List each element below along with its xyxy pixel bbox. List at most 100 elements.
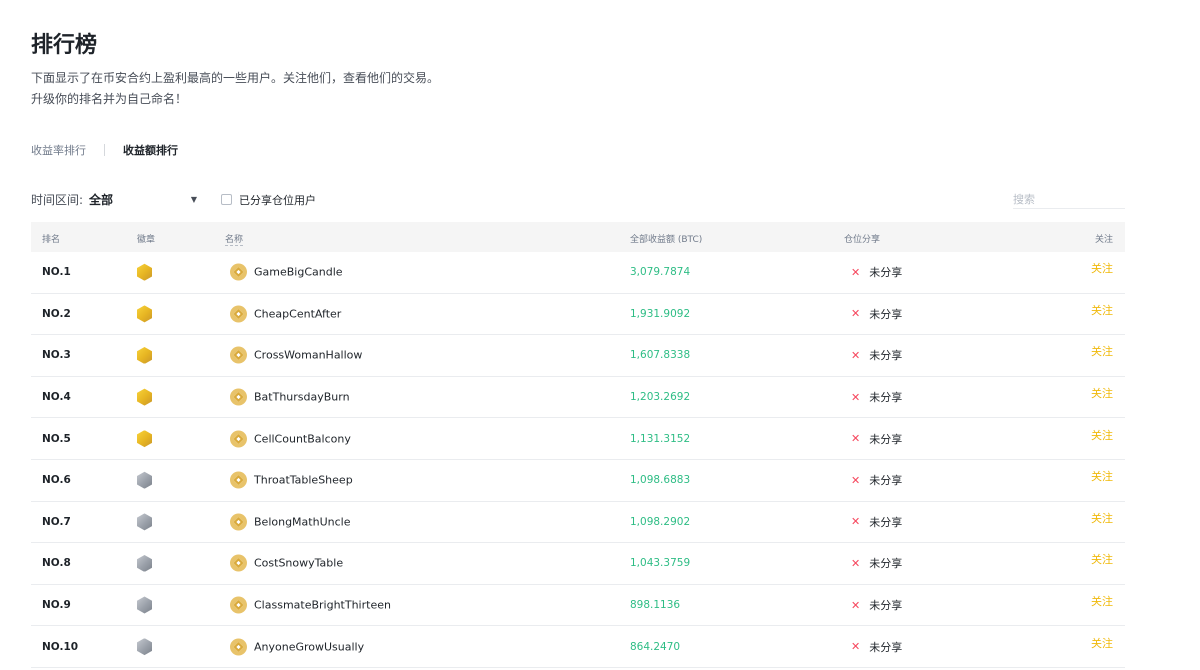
follow-button[interactable]: 关注: [1091, 385, 1113, 401]
total-profit: 1,131.3152: [630, 432, 691, 445]
table-row: NO.4 BatThursdayBurn 1,203.2692 ✕ 未分享 关注: [31, 377, 1125, 419]
table-row: NO.3 CrossWomanHallow 1,607.8338 ✕ 未分享 关注: [31, 335, 1125, 377]
rank-label: NO.2: [42, 307, 71, 320]
follow-button[interactable]: 关注: [1091, 635, 1113, 651]
user-cell[interactable]: CrossWomanHallow: [230, 346, 362, 364]
follow-button[interactable]: 关注: [1091, 343, 1113, 359]
filter-bar: 时间区间: 全部 ▼ 已分享仓位用户: [31, 191, 316, 208]
share-status-label: 未分享: [869, 599, 903, 613]
username[interactable]: BelongMathUncle: [254, 515, 350, 528]
table-row: NO.9 ClassmateBrightThirteen 898.1136 ✕ 未分享 关…: [31, 585, 1125, 627]
avatar-icon: [230, 346, 247, 364]
username[interactable]: CellCountBalcony: [254, 432, 351, 445]
username[interactable]: AnyoneGrowUsually: [254, 640, 364, 653]
share-status: ✕ 未分享: [851, 264, 902, 280]
table-row: NO.5 CellCountBalcony 1,131.3152 ✕ 未分享 关注: [31, 418, 1125, 460]
username[interactable]: CostSnowyTable: [254, 557, 343, 570]
page-description-line-2: 升级你的排名并为自己命名！: [31, 92, 188, 106]
page-description-line-1: 下面显示了在币安合约上盈利最高的一些用户。关注他们，查看他们的交易。: [31, 71, 440, 85]
leaderboard-table: 排名 徽章 名称 全部收益额 (BTC) 仓位分享 关注 NO.1 GameBig…: [31, 222, 1125, 668]
total-profit: 1,043.3759: [630, 557, 691, 570]
share-status-label: 未分享: [869, 557, 903, 571]
username[interactable]: ThroatTableSheep: [254, 474, 353, 487]
badge-icon: [137, 346, 152, 364]
follow-button[interactable]: 关注: [1091, 302, 1113, 318]
share-status: ✕ 未分享: [851, 306, 902, 322]
share-status-label: 未分享: [869, 640, 903, 654]
period-select-value: 全部: [89, 193, 114, 207]
table-row: NO.1 GameBigCandle 3,079.7874 ✕ 未分享 关注: [31, 252, 1125, 294]
total-profit: 1,931.9092: [630, 307, 691, 320]
share-status: ✕ 未分享: [851, 431, 902, 447]
badge-icon: [137, 263, 152, 281]
period-select[interactable]: 全部 ▼: [89, 191, 197, 208]
user-cell[interactable]: ClassmateBrightThirteen: [230, 596, 391, 614]
search-input[interactable]: [1013, 193, 1125, 209]
badge-icon: [137, 471, 152, 489]
user-cell[interactable]: CheapCentAfter: [230, 305, 341, 323]
table-row: NO.10 AnyoneGrowUsually 864.2470 ✕ 未分享 关注: [31, 626, 1125, 668]
column-header-name: 名称: [225, 232, 244, 246]
follow-button[interactable]: 关注: [1091, 260, 1113, 276]
close-icon: ✕: [851, 265, 861, 279]
username[interactable]: CrossWomanHallow: [254, 349, 362, 362]
user-cell[interactable]: CostSnowyTable: [230, 554, 343, 572]
user-cell[interactable]: BelongMathUncle: [230, 513, 350, 531]
total-profit: 1,203.2692: [630, 391, 691, 404]
share-status-label: 未分享: [869, 432, 903, 446]
avatar-icon: [230, 263, 247, 281]
avatar-icon: [230, 638, 247, 656]
avatar-icon: [230, 513, 247, 531]
share-status-label: 未分享: [869, 391, 903, 405]
share-status-label: 未分享: [869, 349, 903, 363]
shared-users-checkbox[interactable]: [221, 194, 233, 205]
share-status-label: 未分享: [869, 307, 903, 321]
follow-button[interactable]: 关注: [1091, 427, 1113, 443]
user-cell[interactable]: CellCountBalcony: [230, 430, 351, 448]
user-cell[interactable]: GameBigCandle: [230, 263, 343, 281]
follow-button[interactable]: 关注: [1091, 593, 1113, 609]
share-status-label: 未分享: [869, 515, 903, 529]
column-header-share: 仓位分享: [844, 235, 881, 245]
share-status: ✕ 未分享: [851, 597, 902, 613]
username[interactable]: ClassmateBrightThirteen: [254, 599, 391, 612]
table-header: 排名 徽章 名称 全部收益额 (BTC) 仓位分享 关注: [31, 222, 1125, 252]
table-row: NO.8 CostSnowyTable 1,043.3759 ✕ 未分享 关注: [31, 543, 1125, 585]
total-profit: 3,079.7874: [630, 266, 691, 279]
close-icon: ✕: [851, 598, 861, 612]
follow-button[interactable]: 关注: [1091, 510, 1113, 526]
shared-users-filter[interactable]: 已分享仓位用户: [221, 192, 316, 208]
user-cell[interactable]: AnyoneGrowUsually: [230, 638, 364, 656]
username[interactable]: GameBigCandle: [254, 266, 343, 279]
share-status-label: 未分享: [869, 474, 903, 488]
close-icon: ✕: [851, 515, 861, 529]
total-profit: 1,098.6883: [630, 474, 691, 487]
username[interactable]: CheapCentAfter: [254, 307, 341, 320]
share-status: ✕ 未分享: [851, 514, 902, 530]
close-icon: ✕: [851, 307, 861, 321]
avatar-icon: [230, 596, 247, 614]
close-icon: ✕: [851, 473, 861, 487]
ranking-tabs: 收益率排行 收益额排行: [31, 142, 178, 158]
column-header-follow: 关注: [1094, 235, 1113, 245]
rank-label: NO.5: [42, 432, 71, 445]
column-header-badge: 徽章: [137, 235, 156, 245]
total-profit: 1,607.8338: [630, 349, 691, 362]
close-icon: ✕: [851, 640, 861, 654]
tab-profit-rate[interactable]: 收益率排行: [31, 142, 86, 158]
rank-label: NO.10: [42, 640, 79, 653]
share-status: ✕ 未分享: [851, 389, 902, 405]
user-cell[interactable]: ThroatTableSheep: [230, 471, 353, 489]
username[interactable]: BatThursdayBurn: [254, 391, 350, 404]
total-profit: 898.1136: [630, 599, 681, 612]
share-status: ✕ 未分享: [851, 639, 902, 655]
follow-button[interactable]: 关注: [1091, 551, 1113, 567]
tab-profit-amount[interactable]: 收益额排行: [123, 142, 178, 158]
rank-label: NO.1: [42, 266, 71, 279]
share-status-label: 未分享: [869, 266, 903, 280]
avatar-icon: [230, 388, 247, 406]
rank-label: NO.8: [42, 557, 71, 570]
user-cell[interactable]: BatThursdayBurn: [230, 388, 350, 406]
follow-button[interactable]: 关注: [1091, 468, 1113, 484]
column-header-rank: 排名: [42, 235, 61, 245]
